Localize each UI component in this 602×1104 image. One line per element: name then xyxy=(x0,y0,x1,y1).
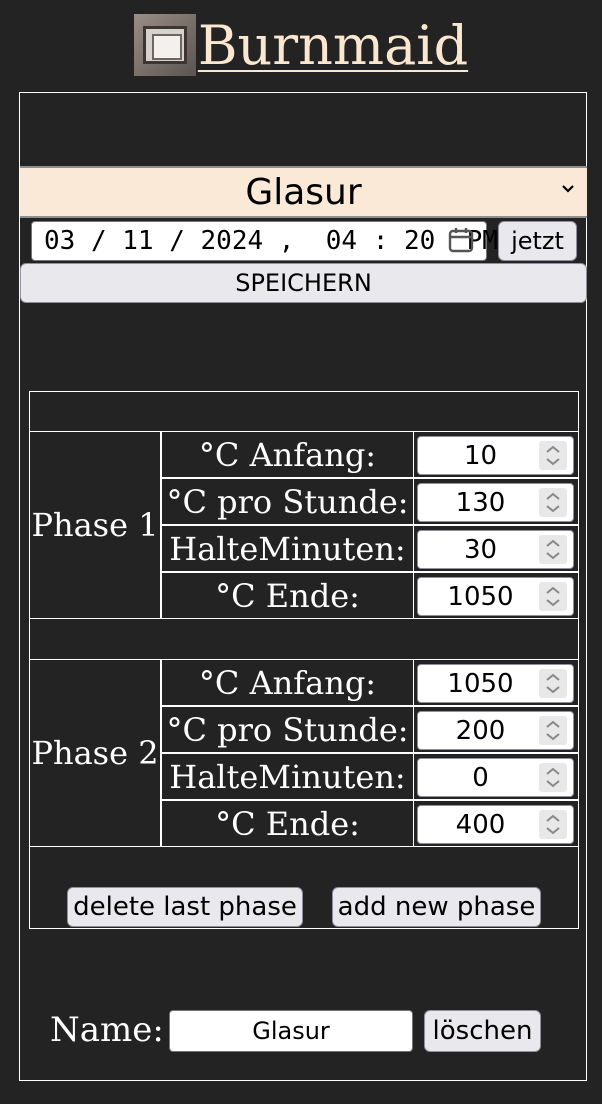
spinner-arrows-icon[interactable] xyxy=(539,763,567,792)
input-value: 0 xyxy=(472,762,489,793)
save-button[interactable]: SPEICHERN xyxy=(20,263,587,303)
end-temp-input[interactable]: 400 xyxy=(417,805,574,844)
input-value: 1050 xyxy=(447,581,514,612)
start-temp-input[interactable]: 10 xyxy=(417,436,574,475)
input-value: 130 xyxy=(455,487,506,518)
chevron-down-icon xyxy=(559,178,577,203)
now-button[interactable]: jetzt xyxy=(498,221,577,261)
start-datetime-input[interactable]: 03 / 11 / 2024 , 04 : 20 PM xyxy=(31,221,498,261)
app-header: Burnmaid xyxy=(0,10,602,80)
row-cell: 130 xyxy=(413,478,579,525)
spinner-arrows-icon[interactable] xyxy=(539,441,567,470)
row-label-end-temp: °C Ende: xyxy=(161,572,414,619)
spinner-arrows-icon[interactable] xyxy=(539,669,567,698)
row-label-hold: HalteMinuten: xyxy=(161,753,414,800)
input-value: 400 xyxy=(455,809,506,840)
end-temp-input[interactable]: 1050 xyxy=(417,577,574,616)
oven-logo-icon xyxy=(133,14,196,76)
spinner-arrows-icon[interactable] xyxy=(539,535,567,564)
app-title[interactable]: Burnmaid xyxy=(198,14,468,77)
spinner-arrows-icon[interactable] xyxy=(539,716,567,745)
row-label-rate: °C pro Stunde: xyxy=(161,478,414,525)
row-label-rate: °C pro Stunde: xyxy=(161,706,414,753)
calendar-icon[interactable] xyxy=(448,227,474,253)
spinner-arrows-icon[interactable] xyxy=(539,582,567,611)
input-value: 30 xyxy=(463,534,498,565)
row-cell: 1050 xyxy=(413,659,579,706)
row-cell: 400 xyxy=(413,800,579,847)
row-label-start-temp: °C Anfang: xyxy=(161,659,414,706)
spinner-arrows-icon[interactable] xyxy=(539,488,567,517)
row-cell: 0 xyxy=(413,753,579,800)
input-value: 1050 xyxy=(447,668,514,699)
row-label-start-temp: °C Anfang: xyxy=(161,431,414,478)
hold-minutes-input[interactable]: 0 xyxy=(417,758,574,797)
phase-label: Phase 2 xyxy=(29,659,161,847)
datetime-value: 03 / 11 / 2024 , 04 : 20 PM xyxy=(44,226,498,256)
start-temp-input[interactable]: 1050 xyxy=(417,664,574,703)
input-value: 10 xyxy=(463,440,498,471)
row-cell: 30 xyxy=(413,525,579,572)
hold-minutes-input[interactable]: 30 xyxy=(417,530,574,569)
row-cell: 200 xyxy=(413,706,579,753)
program-select[interactable]: Glasur xyxy=(20,166,587,218)
row-cell: 1050 xyxy=(413,572,579,619)
add-new-phase-button[interactable]: add new phase xyxy=(332,887,541,927)
phase-label: Phase 1 xyxy=(29,431,161,619)
row-label-end-temp: °C Ende: xyxy=(161,800,414,847)
row-cell: 10 xyxy=(413,431,579,478)
row-label-hold: HalteMinuten: xyxy=(161,525,414,572)
input-value: 200 xyxy=(455,715,506,746)
name-field[interactable]: Glasur xyxy=(169,1010,413,1052)
rate-input[interactable]: 200 xyxy=(417,711,574,750)
spinner-arrows-icon[interactable] xyxy=(539,810,567,839)
rate-input[interactable]: 130 xyxy=(417,483,574,522)
program-select-value: Glasur xyxy=(245,171,362,213)
name-value: Glasur xyxy=(252,1017,330,1045)
delete-button[interactable]: löschen xyxy=(424,1010,541,1052)
delete-last-phase-button[interactable]: delete last phase xyxy=(67,887,303,927)
name-label: Name: xyxy=(50,1010,164,1050)
